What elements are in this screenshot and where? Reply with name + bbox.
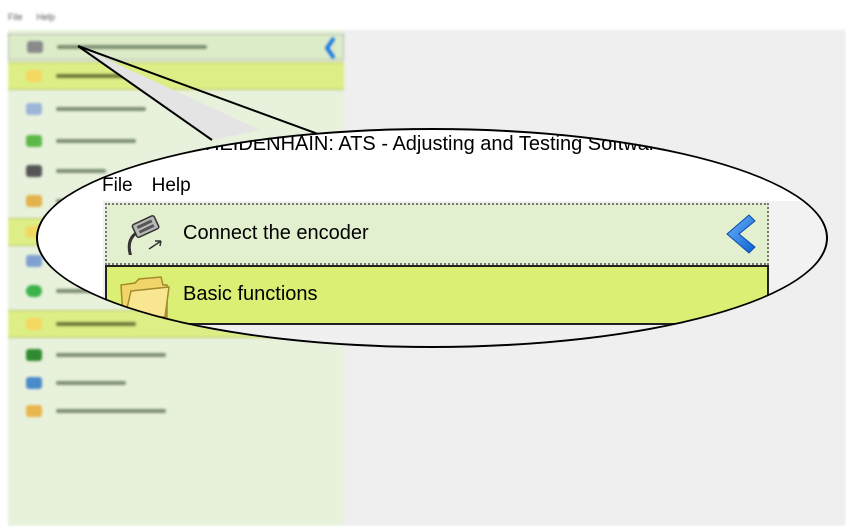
workspace-edge [769,201,828,348]
menu-help[interactable]: Help [152,175,191,197]
window-title: HEIDENHAIN: ATS - Adjusting and Testing … [205,133,728,155]
folder-icon [120,276,170,318]
menu-file[interactable]: File [102,175,133,197]
menubar: File Help [102,175,191,197]
connect-encoder-label: Connect the encoder [183,222,369,244]
magnified-view: HEIDENHAIN: ATS - Adjusting and Testing … [36,128,828,348]
plug-icon [127,215,162,255]
chevron-left-icon[interactable] [719,213,759,255]
group-basic-functions[interactable]: Basic functions [105,265,769,325]
connect-encoder-item[interactable]: Connect the encoder [105,203,769,265]
group-basic-functions-label: Basic functions [183,283,318,305]
